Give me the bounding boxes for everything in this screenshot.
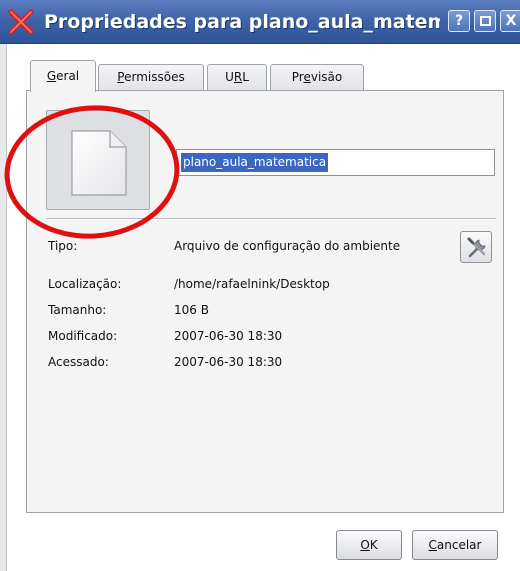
file-name-input[interactable]: plano_aula_matematica [176,149,495,176]
tab-permissoes[interactable]: Permissões [98,64,204,91]
modified-value: 2007-06-30 18:30 [174,329,283,343]
type-label: Tipo: [48,239,78,253]
accessed-label: Acessado: [48,355,109,369]
size-label: Tamanho: [48,303,107,317]
tab-url-accel: R [233,70,243,84]
configure-tools-icon [467,237,486,258]
icon-picker-button[interactable] [46,110,150,210]
ok-button[interactable]: OK [336,530,402,560]
help-button[interactable]: ? [448,10,470,32]
modified-label: Modificado: [48,329,118,343]
tab-previsao[interactable]: Previsão [270,64,364,91]
text-file-icon [71,130,127,196]
tab-previsao-accel: e [303,70,311,84]
separator [46,218,496,220]
accessed-value: 2007-06-30 18:30 [174,355,283,369]
window-titlebar[interactable]: Propriedades para plano_aula_matem ? X [0,0,520,44]
tab-geral[interactable]: Geral [30,60,96,92]
maximize-button[interactable] [474,10,496,32]
file-name-selection: plano_aula_matematica [181,153,329,172]
location-value: /home/rafaelnink/Desktop [174,277,330,291]
location-label: Localização: [48,277,122,291]
app-close-x-icon [8,9,34,35]
edit-file-type-button[interactable] [460,231,492,263]
tab-geral-accel: G [46,69,57,83]
window-left-border [0,44,7,571]
cancel-button[interactable]: Cancelar [412,530,498,560]
type-value: Arquivo de configuração do ambiente [174,239,401,253]
close-button[interactable]: X [500,10,520,32]
cancel-accel: C [428,538,437,552]
window-title: Propriedades para plano_aula_matem [44,11,440,33]
size-value: 106 B [174,303,209,317]
tab-url[interactable]: URL [207,64,267,91]
maximize-icon [480,16,491,26]
ok-accel: O [360,538,370,552]
